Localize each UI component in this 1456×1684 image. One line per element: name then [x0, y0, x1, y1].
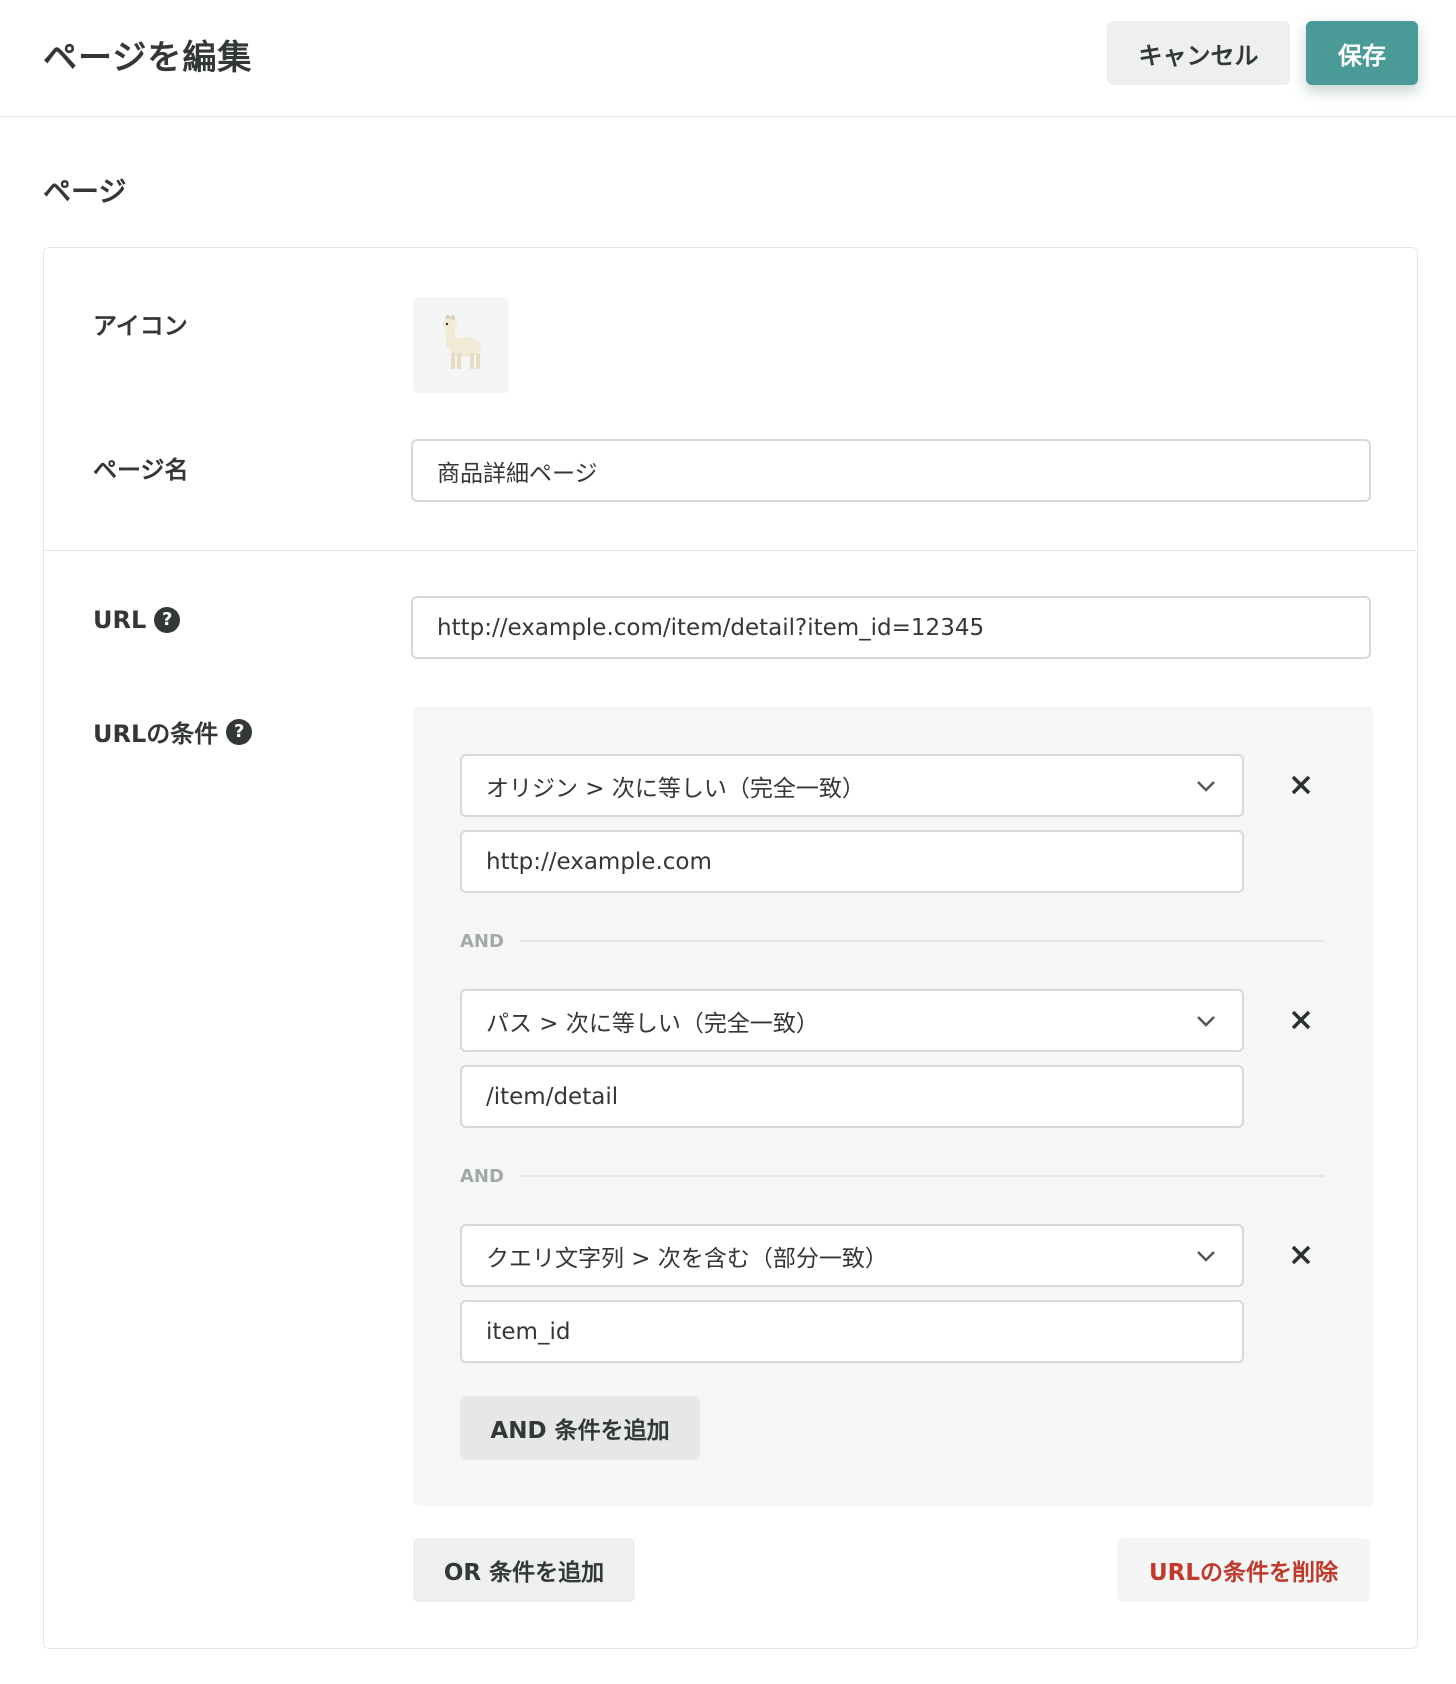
icon-label: アイコン	[93, 312, 188, 340]
page-name-input[interactable]: 商品詳細ページ	[411, 439, 1371, 502]
llama-icon	[436, 311, 486, 375]
add-or-condition-button[interactable]: OR 条件を追加	[413, 1538, 635, 1602]
condition-type-select[interactable]: オリジン > 次に等しい（完全一致）	[460, 754, 1244, 817]
help-icon[interactable]: ?	[226, 718, 253, 745]
condition-value-input[interactable]: http://example.com	[460, 830, 1244, 893]
top-bar: ページを編集 キャンセル 保存	[0, 0, 1456, 117]
condition-value-input[interactable]: /item/detail	[460, 1065, 1244, 1128]
close-icon	[1291, 1245, 1311, 1265]
and-separator: AND	[460, 929, 1324, 953]
card-divider	[44, 550, 1417, 551]
close-icon	[1291, 775, 1311, 795]
condition-type-select[interactable]: クエリ文字列 > 次を含む（部分一致）	[460, 1224, 1244, 1287]
chevron-down-icon	[1197, 780, 1215, 792]
help-icon[interactable]: ?	[154, 607, 181, 633]
url-conditions-label: URLの条件 ?	[93, 714, 253, 749]
remove-condition-button[interactable]	[1284, 768, 1318, 802]
page-icon-picker[interactable]	[413, 297, 509, 393]
condition-value-input[interactable]: item_id	[460, 1300, 1244, 1363]
save-button[interactable]: 保存	[1306, 21, 1418, 85]
page-title: ページを編集	[43, 38, 253, 78]
close-icon	[1291, 1010, 1311, 1030]
remove-condition-button[interactable]	[1284, 1003, 1318, 1037]
page-settings-card: アイコン ページ名 商品詳細ページ URL ? http://example.c…	[43, 247, 1418, 1649]
add-and-condition-button[interactable]: AND 条件を追加	[460, 1396, 700, 1460]
cancel-button[interactable]: キャンセル	[1107, 21, 1290, 85]
url-conditions-panel: オリジン > 次に等しい（完全一致） http://example.com AN…	[413, 706, 1374, 1506]
url-input[interactable]: http://example.com/item/detail?item_id=1…	[411, 596, 1371, 659]
condition-type-select[interactable]: パス > 次に等しい（完全一致）	[460, 989, 1244, 1052]
url-label: URL ?	[93, 606, 181, 634]
chevron-down-icon	[1197, 1015, 1215, 1027]
delete-url-conditions-button[interactable]: URLの条件を削除	[1117, 1538, 1370, 1602]
remove-condition-button[interactable]	[1284, 1238, 1318, 1272]
chevron-down-icon	[1197, 1250, 1215, 1262]
page-name-label: ページ名	[93, 456, 189, 484]
and-separator: AND	[460, 1164, 1324, 1188]
section-title: ページ	[43, 175, 127, 208]
